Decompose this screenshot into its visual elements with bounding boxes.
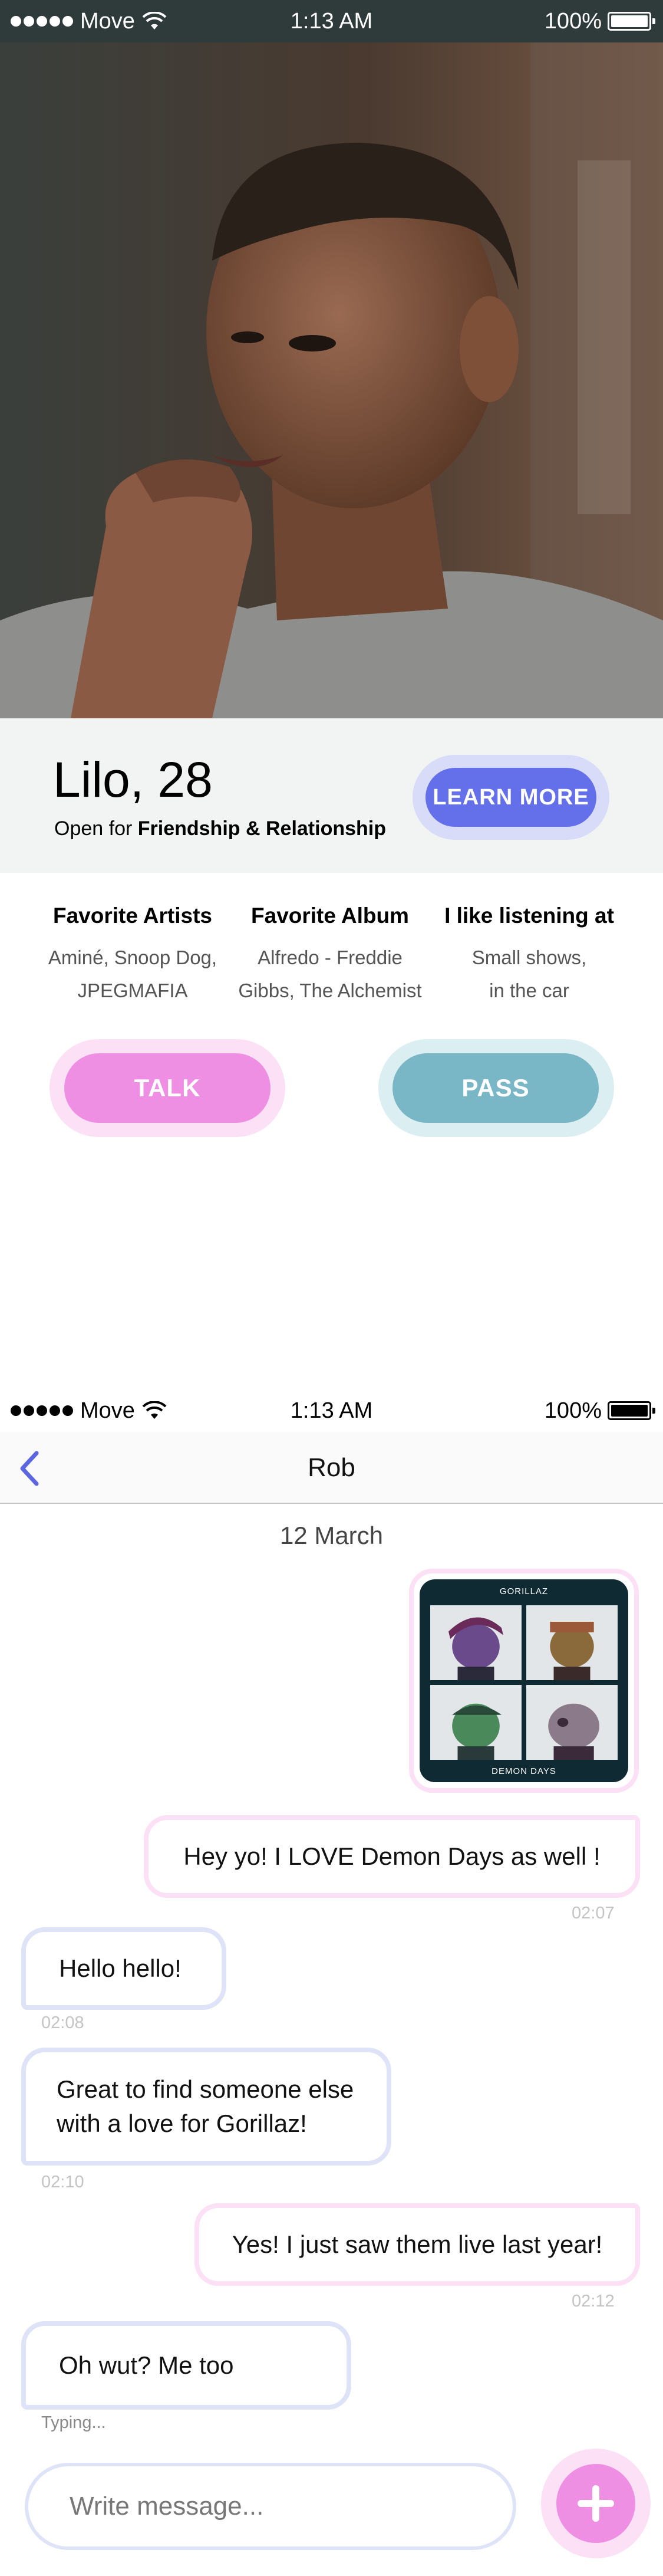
chat-contact-name: Rob xyxy=(308,1453,355,1482)
battery-percent: 100% xyxy=(544,1398,602,1423)
chat-header: Rob xyxy=(0,1432,663,1504)
message-outgoing[interactable]: Yes! I just saw them live last year! xyxy=(194,2203,640,2286)
intent-prefix: Open for xyxy=(54,817,138,840)
album-cover-panel xyxy=(526,1685,618,1760)
album-cover-panel xyxy=(430,1605,522,1680)
intent-value: Friendship & Relationship xyxy=(137,817,386,840)
album-cover-image: GORILLAZ DEMON DAYS xyxy=(420,1579,628,1782)
battery-status: 100% xyxy=(544,1389,655,1432)
status-bar: Move 1:13 AM 100% xyxy=(0,1389,663,1432)
message-text: Great to find someone else with a love fo… xyxy=(57,2075,354,2137)
message-text: Oh wut? Me too xyxy=(59,2351,234,2379)
message-incoming[interactable]: Hello hello! xyxy=(21,1927,226,2010)
fact-value: Aminé, Snoop Dog, JPEGMAFIA xyxy=(48,947,217,1001)
fact-title: Favorite Artists xyxy=(52,903,213,928)
fact-value: Alfredo - Freddie Gibbs, The Alchemist xyxy=(238,947,422,1001)
battery-icon xyxy=(608,1401,655,1420)
fact-listening-place: I like listening at Small shows, in the c… xyxy=(423,896,635,1007)
message-timestamp: 02:10 xyxy=(41,2173,84,2191)
relationship-intent: Open for Friendship & Relationship xyxy=(54,817,386,840)
message-timestamp: 02:12 xyxy=(572,2292,615,2311)
album-art-message[interactable]: GORILLAZ DEMON DAYS xyxy=(409,1569,639,1793)
battery-percent: 100% xyxy=(544,8,602,34)
album-cover-subtitle: DEMON DAYS xyxy=(492,1766,556,1776)
typing-indicator: Typing... xyxy=(41,2413,106,2432)
fact-favorite-artists: Favorite Artists Aminé, Snoop Dog, JPEGMA… xyxy=(27,896,239,1007)
message-text: Hello hello! xyxy=(59,1954,182,1982)
status-bar: Move 1:13 AM 100% xyxy=(0,0,663,42)
profile-name-age: Lilo, 28 xyxy=(53,752,213,807)
add-attachment-button[interactable] xyxy=(556,2464,635,2543)
profile-facts: Favorite Artists Aminé, Snoop Dog, JPEGMA… xyxy=(0,896,663,1014)
battery-icon xyxy=(608,12,655,31)
message-timestamp: 02:08 xyxy=(41,2013,84,2032)
plus-icon xyxy=(578,2485,614,2522)
message-text: Yes! I just saw them live last year! xyxy=(232,2230,603,2258)
fact-title: I like listening at xyxy=(444,903,614,928)
fact-title: Favorite Album xyxy=(251,903,409,928)
fact-favorite-album: Favorite Album Alfredo - Freddie Gibbs, T… xyxy=(224,896,436,1007)
message-timestamp: 02:07 xyxy=(572,1904,615,1923)
profile-photo xyxy=(0,42,663,718)
profile-summary: Lilo, 28 Open for Friendship & Relations… xyxy=(0,718,663,873)
album-cover-title: GORILLAZ xyxy=(499,1586,549,1596)
message-text: Hey yo! I LOVE Demon Days as well ! xyxy=(183,1842,601,1870)
message-incoming[interactable]: Great to find someone else with a love fo… xyxy=(21,2048,391,2166)
talk-button[interactable]: TALK xyxy=(64,1053,271,1123)
pass-button[interactable]: PASS xyxy=(392,1053,599,1123)
album-cover-grid xyxy=(430,1605,618,1760)
fact-value: Small shows, in the car xyxy=(471,947,587,1001)
message-incoming[interactable]: Oh wut? Me too xyxy=(21,2321,351,2410)
battery-status: 100% xyxy=(544,0,655,42)
album-cover-panel xyxy=(526,1605,618,1680)
message-outgoing[interactable]: Hey yo! I LOVE Demon Days as well ! xyxy=(144,1815,640,1898)
album-cover-panel xyxy=(430,1685,522,1760)
learn-more-button[interactable]: LEARN MORE xyxy=(425,768,596,827)
date-separator: 12 March xyxy=(279,1522,384,1549)
message-input[interactable] xyxy=(25,2463,516,2550)
